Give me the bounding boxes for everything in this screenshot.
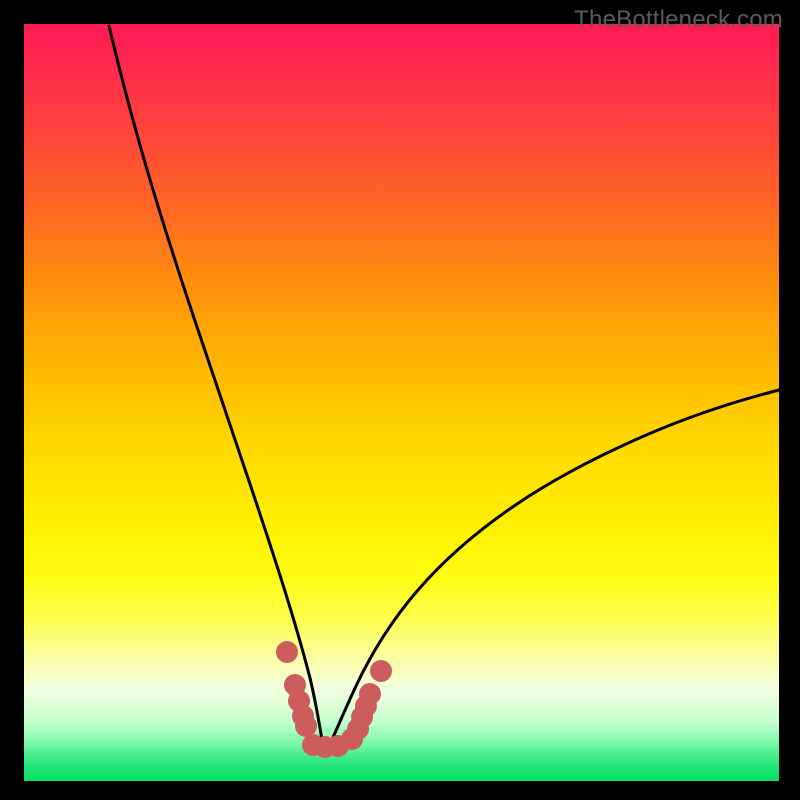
marker-group bbox=[276, 641, 392, 758]
data-marker bbox=[295, 715, 317, 737]
chart-container: TheBottleneck.com bbox=[0, 0, 800, 800]
curve-right-branch bbox=[325, 390, 779, 752]
data-marker bbox=[276, 641, 298, 663]
data-marker bbox=[359, 683, 381, 705]
data-marker bbox=[370, 660, 392, 682]
chart-overlay bbox=[0, 0, 800, 800]
